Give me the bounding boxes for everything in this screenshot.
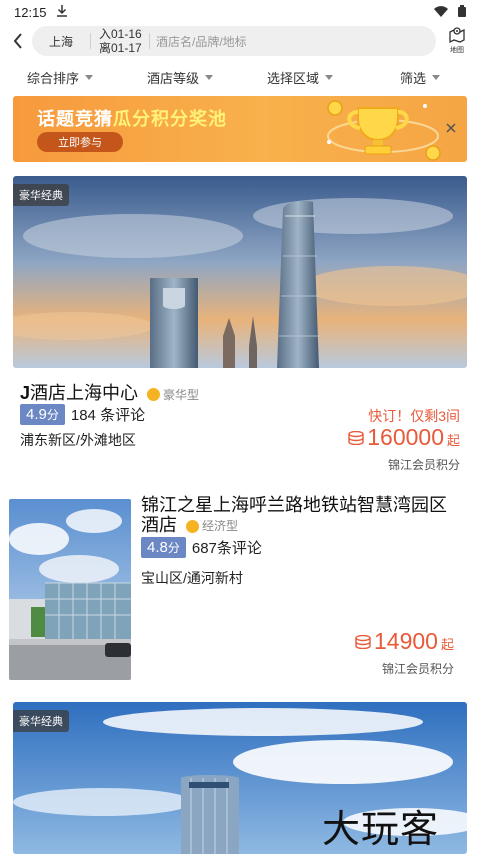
hotel-tag: 豪华经典 xyxy=(13,184,69,206)
close-icon[interactable] xyxy=(445,122,457,134)
points-coin-icon xyxy=(348,430,364,445)
score-value: 4.8 xyxy=(147,539,168,556)
filter-label: 筛选 xyxy=(399,70,426,86)
crown-icon xyxy=(147,387,161,401)
price-note: 锦江会员积分 xyxy=(381,662,454,676)
filter-label: 酒店等级 xyxy=(146,70,199,86)
caret-down-icon xyxy=(325,74,333,80)
hotel-price: 14900 起 xyxy=(355,628,454,655)
wifi-icon xyxy=(434,5,448,20)
filter-more[interactable]: 筛选 xyxy=(360,64,480,90)
hotel-name-prefix: J xyxy=(20,383,31,403)
promo-banner[interactable]: 话题竞猜瓜分积分奖池 立即参与 xyxy=(13,96,467,162)
checkout-date: 离01-17 xyxy=(99,41,142,55)
score-unit: 分 xyxy=(46,408,59,422)
filter-hotel-level[interactable]: 酒店等级 xyxy=(120,64,240,90)
hotel-tag: 豪华经典 xyxy=(13,710,69,732)
caret-down-icon xyxy=(432,74,440,80)
caret-down-icon xyxy=(205,74,213,80)
join-button[interactable]: 立即参与 xyxy=(37,132,123,152)
building-image xyxy=(9,499,131,680)
hotel-photo[interactable] xyxy=(9,499,131,680)
caret-down-icon xyxy=(85,74,93,80)
banner-title: 话题竞猜瓜分积分奖池 xyxy=(37,105,227,131)
hotel-name[interactable]: 锦江之星上海呼兰路地铁站智慧湾园区酒店 经济型 xyxy=(141,495,461,536)
price-value: 160000 xyxy=(367,424,444,450)
filter-sort[interactable]: 综合排序 xyxy=(0,64,120,90)
watermark: 大玩客 xyxy=(322,807,440,851)
hotel-photo[interactable]: 豪华经典 xyxy=(13,176,467,368)
points-coin-icon xyxy=(355,634,371,649)
hotel-grade: 豪华型 xyxy=(147,386,199,403)
price-value: 14900 xyxy=(374,628,438,654)
banner-title-highlight: 瓜分积分奖池 xyxy=(113,109,227,129)
hotel-name-text: 酒店上海中心 xyxy=(30,383,139,403)
battery-icon xyxy=(458,4,466,20)
filter-area[interactable]: 选择区域 xyxy=(240,64,360,90)
score-badge: 4.9分 xyxy=(20,404,65,425)
price-note: 锦江会员积分 xyxy=(387,458,460,472)
date-selector[interactable]: 入01-16 离01-17 xyxy=(91,27,149,55)
price-unit: 起 xyxy=(446,433,460,448)
grade-label: 豪华型 xyxy=(163,387,200,402)
banner-title-main: 话题竞猜 xyxy=(37,109,113,129)
status-bar: 12:15 xyxy=(0,0,480,24)
city-selector[interactable]: 上海 xyxy=(32,33,90,50)
urgency-label: 快订！仅剩3间 xyxy=(368,408,460,424)
review-count: 687条评论 xyxy=(191,540,262,557)
map-button[interactable]: 地图 xyxy=(444,26,470,56)
search-box[interactable]: 上海 入01-16 离01-17 酒店名/品牌/地标 xyxy=(32,26,436,56)
keyword-input[interactable]: 酒店名/品牌/地标 xyxy=(150,33,247,50)
filter-bar: 综合排序 酒店等级 选择区域 筛选 xyxy=(0,64,480,90)
price-unit: 起 xyxy=(440,637,454,652)
search-header: 上海 入01-16 离01-17 酒店名/品牌/地标 地图 xyxy=(0,26,480,56)
status-time: 12:15 xyxy=(14,4,47,20)
skyline-image xyxy=(13,176,467,368)
hotel-rating: 4.8分 687条评论 xyxy=(141,537,262,558)
filter-label: 综合排序 xyxy=(26,70,79,86)
hotel-name[interactable]: J酒店上海中心 豪华型 xyxy=(20,379,199,405)
hotel-area: 宝山区/通河新村 xyxy=(141,570,243,586)
grade-label: 经济型 xyxy=(202,519,239,534)
chevron-left-icon xyxy=(13,33,22,49)
score-unit: 分 xyxy=(167,541,180,555)
back-button[interactable] xyxy=(8,30,28,52)
map-icon xyxy=(449,27,465,44)
map-label: 地图 xyxy=(450,47,464,54)
hotel-area: 浦东新区/外滩地区 xyxy=(20,432,136,448)
filter-label: 选择区域 xyxy=(266,70,319,86)
crown-icon xyxy=(186,519,200,533)
review-count: 184 条评论 xyxy=(70,407,146,424)
hotel-grade: 经济型 xyxy=(186,516,238,536)
hotel-price: 160000 起 xyxy=(348,424,460,451)
score-badge: 4.8分 xyxy=(141,537,186,558)
checkin-date: 入01-16 xyxy=(99,27,142,41)
hotel-rating: 4.9分 184 条评论 xyxy=(20,404,145,425)
download-icon xyxy=(56,4,67,20)
score-value: 4.9 xyxy=(26,406,47,423)
trophy-icon xyxy=(327,100,441,161)
